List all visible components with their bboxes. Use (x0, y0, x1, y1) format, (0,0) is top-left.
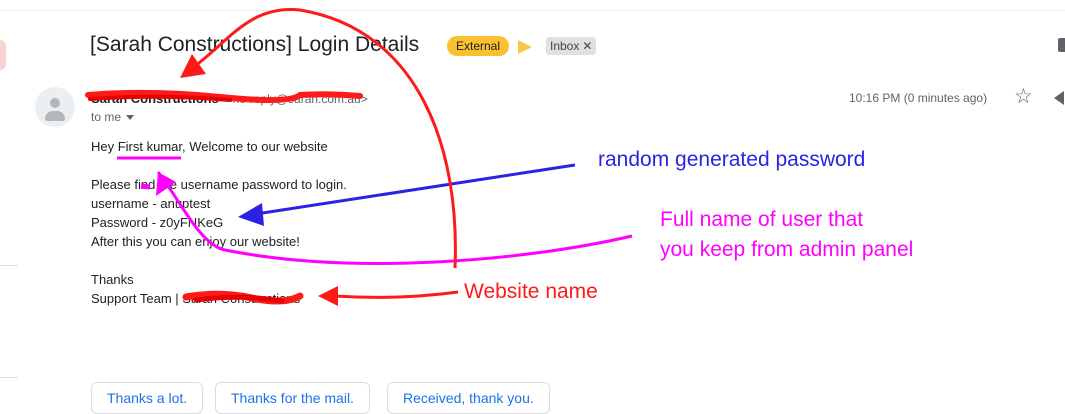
blue-arrowhead (238, 203, 264, 226)
red-arrow (194, 8, 457, 269)
redaction-scribble (193, 294, 285, 304)
annotation-password: random generated password (598, 148, 866, 171)
red-arrowhead (318, 286, 338, 306)
annotation-website-name: Website name (464, 280, 598, 303)
annotation-overlay (85, 8, 633, 306)
red-arrowhead (180, 54, 206, 78)
pink-arrow (156, 171, 633, 265)
redaction-scribble (140, 183, 151, 190)
blue-arrow (255, 163, 576, 216)
red-arrow (333, 290, 459, 299)
annotation-fullname-line: Full name of user that (660, 208, 864, 231)
redaction-scribble (88, 94, 232, 102)
annotation-fullname-line: you keep from admin panel (660, 238, 914, 261)
